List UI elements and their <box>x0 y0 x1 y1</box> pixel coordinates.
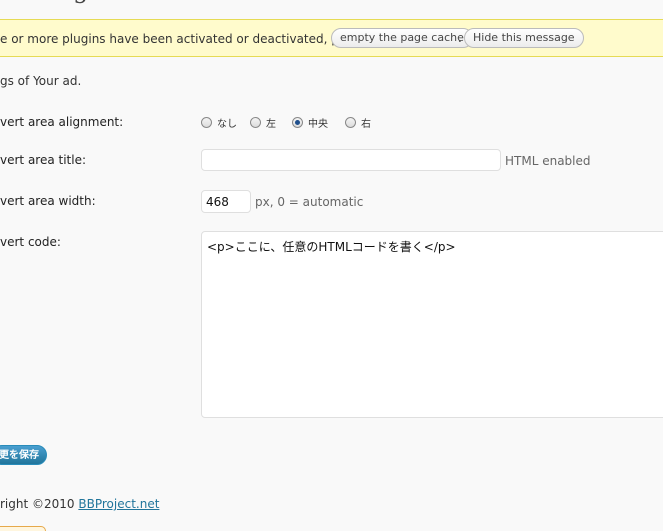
notice-message: e or more plugins have been activated or… <box>0 32 371 46</box>
radio-align-right-label: 右 <box>361 119 371 130</box>
footer-link[interactable]: BBProject.net <box>78 497 159 511</box>
radio-align-center-label: 中央 <box>308 119 328 130</box>
code-textarea[interactable]: <p>ここに、任意のHTMLコードを書く</p> <box>201 231 663 418</box>
title-input[interactable] <box>201 149 501 171</box>
width-label: vert area width: <box>0 194 96 208</box>
radio-align-none-label: なし <box>217 119 237 130</box>
empty-cache-button[interactable]: empty the page cache <box>331 28 473 48</box>
title-hint: HTML enabled <box>505 154 591 168</box>
save-button[interactable]: 更を保存 <box>0 445 47 465</box>
radio-align-none[interactable]: なし <box>201 115 237 130</box>
title-label: vert area title: <box>0 153 87 167</box>
radio-align-left-label: 左 <box>266 119 276 130</box>
radio-align-right[interactable]: 右 <box>345 115 371 130</box>
footer-text: right ©2010 <box>0 497 79 511</box>
width-hint: px, 0 = automatic <box>255 195 364 209</box>
intro-text: gs of Your ad. <box>0 74 82 88</box>
footer: right ©2010 BBProject.net <box>0 497 159 511</box>
radio-align-center-dot[interactable] <box>292 117 303 128</box>
radio-align-none-dot[interactable] <box>201 117 212 128</box>
alignment-label: vert area alignment: <box>0 115 124 129</box>
radio-align-left[interactable]: 左 <box>250 115 276 130</box>
radio-align-left-dot[interactable] <box>250 117 261 128</box>
page-title: Settings <box>0 0 101 4</box>
radio-align-center[interactable]: 中央 <box>292 115 328 130</box>
code-label: vert code: <box>0 235 61 249</box>
hide-message-button[interactable]: Hide this message <box>464 28 584 48</box>
bottom-button-stub[interactable] <box>0 526 46 531</box>
width-input[interactable] <box>201 190 251 213</box>
radio-align-right-dot[interactable] <box>345 117 356 128</box>
notice-separator: . <box>458 31 462 45</box>
